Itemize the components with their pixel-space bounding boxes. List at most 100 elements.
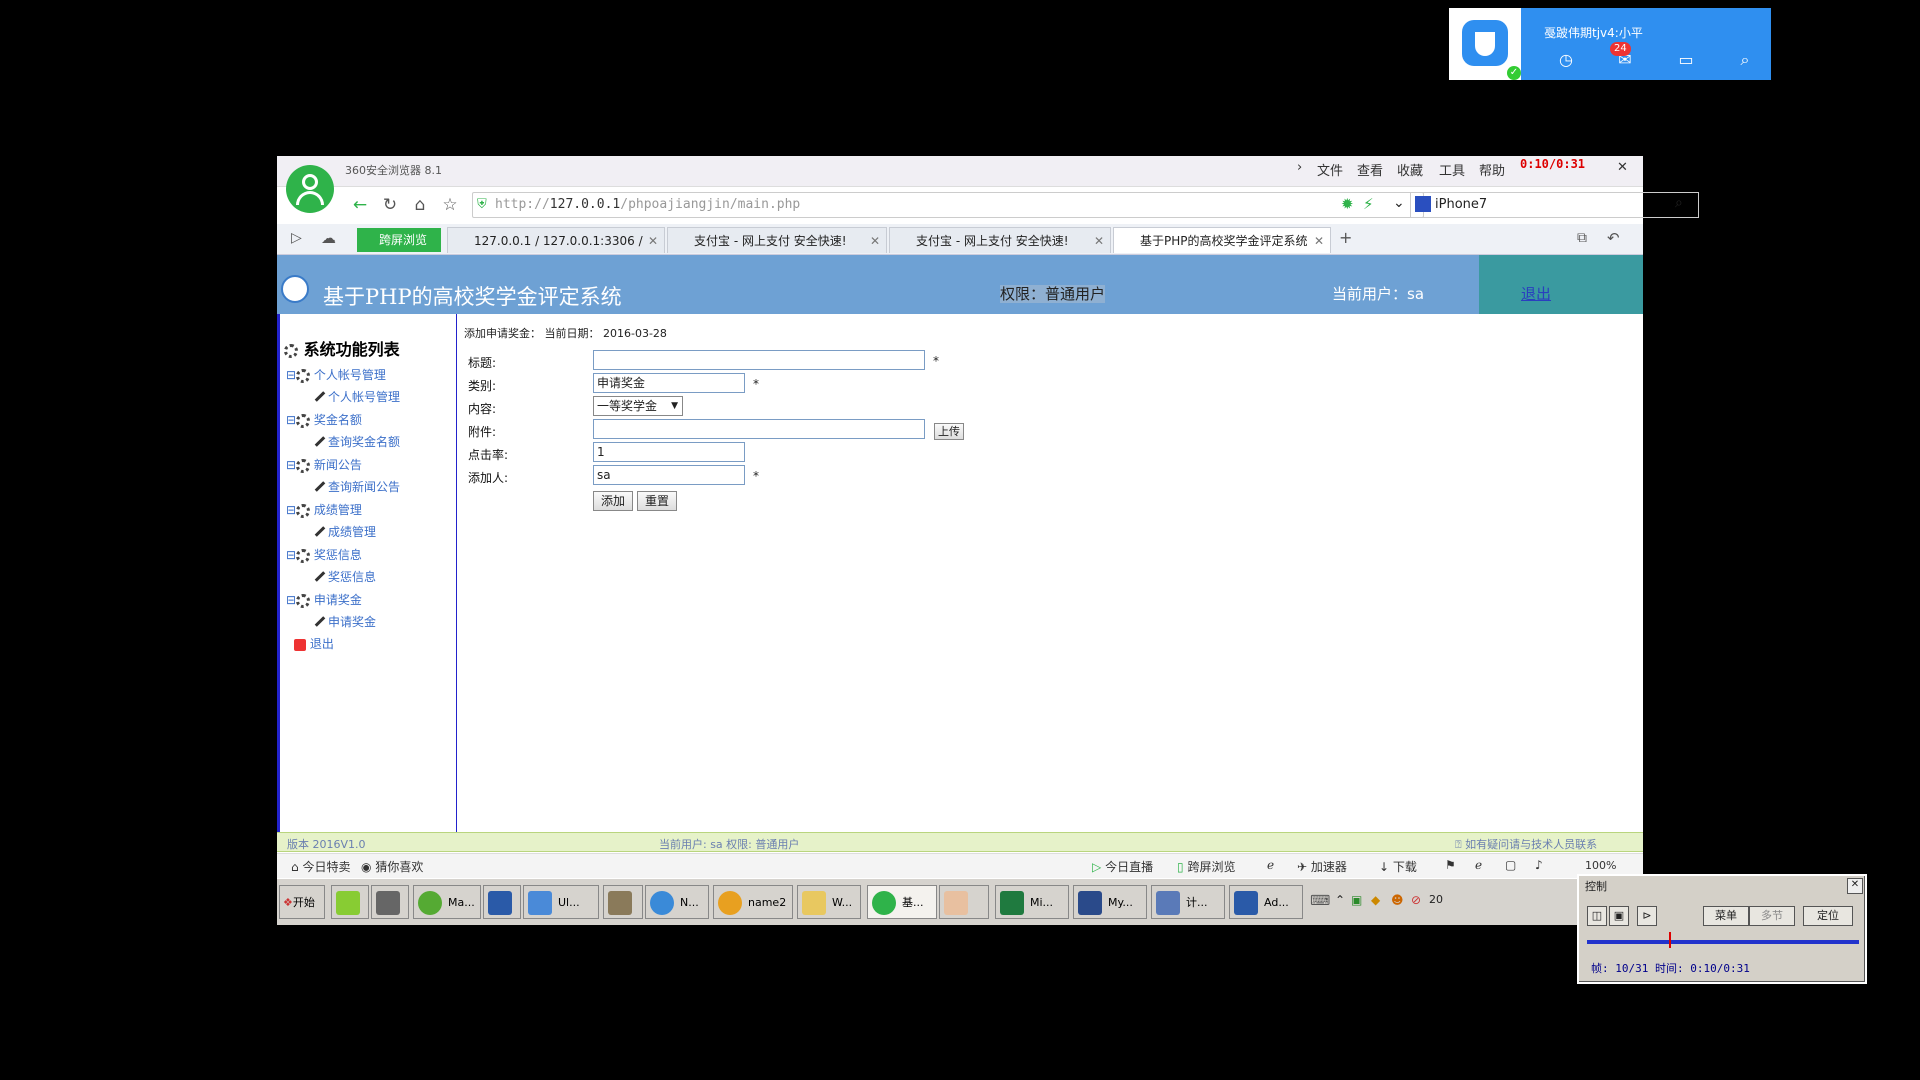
clock[interactable]: 20 (1429, 893, 1443, 906)
clock-icon[interactable]: ◷ (1553, 50, 1579, 72)
locate-button[interactable]: 定位 (1803, 906, 1853, 926)
upload-button[interactable]: 上传 (934, 423, 964, 440)
sidebar-item-quota[interactable]: 查询奖金名额 (314, 433, 400, 450)
url-text[interactable]: http://127.0.0.1/phpoajiangjin/main.php (495, 197, 800, 212)
back-icon[interactable]: ← (348, 193, 372, 217)
tab-alipay-1[interactable]: 支付宝 - 网上支付 安全快速! ✕ (667, 227, 887, 253)
dropdown-icon[interactable]: ⌄ (1393, 195, 1405, 211)
sidebar-exit[interactable]: 退出 (294, 635, 334, 652)
sidebar-item-news[interactable]: 查询新闻公告 (314, 478, 400, 495)
address-bar[interactable]: ⛨ http://127.0.0.1/phpoajiangjin/main.ph… (472, 192, 1424, 218)
split-view-link[interactable]: ▯ 跨屏浏览 (1177, 858, 1235, 875)
taskbar-dreamweaver[interactable]: Ma... (413, 885, 481, 919)
sidebar-group-grades[interactable]: ⊟ 成绩管理 (286, 501, 362, 518)
daily-deals-link[interactable]: ⌂ 今日特卖 (291, 858, 350, 875)
speaker-icon[interactable]: ♪ (1535, 858, 1543, 872)
taskbar-device[interactable] (371, 885, 409, 919)
sidebar-toggle-icon[interactable]: ▷ (291, 230, 302, 246)
home-icon[interactable]: ⌂ (408, 193, 432, 217)
ie-icon[interactable]: ℯ (1267, 858, 1274, 872)
lightning-icon[interactable]: ⚡ (1363, 195, 1374, 213)
play-pause-button[interactable]: ◫ (1587, 906, 1607, 926)
calendar-icon[interactable]: ▭ (1673, 50, 1699, 72)
menu-button[interactable]: 菜单 (1703, 906, 1749, 926)
favorite-star-icon[interactable]: ☆ (438, 193, 462, 217)
guess-like-link[interactable]: ◉ 猜你喜欢 (361, 858, 423, 875)
ie-mode-icon[interactable]: ℯ (1475, 858, 1482, 872)
tab-scholarship[interactable]: 基于PHP的高校奖学金评定系统 ✕ (1113, 227, 1331, 253)
search-icon[interactable]: ⌕ (1675, 195, 1683, 211)
content-select[interactable]: 一等奖学金 ▼ (593, 396, 683, 416)
add-button[interactable]: 添加 (593, 491, 633, 511)
close-icon[interactable]: ✕ (1847, 878, 1863, 894)
close-tab-icon[interactable]: ✕ (870, 228, 880, 253)
keyboard-icon[interactable]: ⌨ (1310, 893, 1330, 909)
category-input[interactable]: 申请奖金 (593, 373, 745, 393)
taskbar-android[interactable] (331, 885, 369, 919)
taskbar-n[interactable]: N... (645, 885, 709, 919)
progress-track[interactable] (1587, 940, 1859, 944)
menu-view[interactable]: 查看 (1357, 160, 1383, 179)
search-engine-icon[interactable] (1415, 196, 1431, 212)
taskbar-name2[interactable]: name2 (713, 885, 793, 919)
taskbar-tools[interactable] (603, 885, 643, 919)
taskbar-folder[interactable]: W... (797, 885, 861, 919)
taskbar-mysql[interactable]: My... (1073, 885, 1147, 919)
search-icon[interactable]: ⌕ (1732, 50, 1758, 72)
taskbar-computer[interactable]: 计... (1151, 885, 1225, 919)
taskbar-ul[interactable]: Ul... (523, 885, 599, 919)
mute-icon[interactable]: ⊘ (1411, 893, 1421, 907)
sidebar-item-apply[interactable]: 申请奖金 (314, 613, 376, 630)
sidebar-group-quota[interactable]: ⊟ 奖金名额 (286, 411, 362, 428)
live-link[interactable]: ▷ 今日直播 (1092, 858, 1153, 875)
sidebar-item-grades[interactable]: 成绩管理 (314, 523, 376, 540)
speed-icon[interactable]: ✹ (1341, 195, 1354, 213)
tray-expand-icon[interactable]: ⌃ (1335, 893, 1345, 907)
adder-input[interactable]: sa (593, 465, 745, 485)
next-frame-button[interactable]: ⊳ (1637, 906, 1657, 926)
taskbar-excel[interactable]: Mi... (995, 885, 1069, 919)
window-icon[interactable]: ▢ (1505, 858, 1516, 872)
cloud-icon[interactable]: ☁ (321, 229, 336, 247)
sidebar-group-news[interactable]: ⊟ 新闻公告 (286, 456, 362, 473)
avatar[interactable]: ✓ (1449, 8, 1521, 80)
sidebar-group-apply[interactable]: ⊟ 申请奖金 (286, 591, 362, 608)
stop-button[interactable]: ▣ (1609, 906, 1629, 926)
tab-phpmyadmin[interactable]: 127.0.0.1 / 127.0.0.1:3306 / ✕ (447, 227, 665, 253)
tab-alipay-2[interactable]: 支付宝 - 网上支付 安全快速! ✕ (889, 227, 1111, 253)
start-button[interactable]: ❖开始 (279, 885, 325, 919)
taskbar-adobe[interactable]: Ad... (1229, 885, 1303, 919)
sidebar-item-rewards[interactable]: 奖惩信息 (314, 568, 376, 585)
taskbar-browser-active[interactable]: 基... (867, 885, 937, 919)
close-window-icon[interactable]: ✕ (1617, 160, 1628, 175)
attachment-input[interactable] (593, 419, 925, 439)
qq-icon[interactable]: ☻ (1391, 893, 1404, 907)
security-icon[interactable]: ◆ (1371, 893, 1380, 907)
title-input[interactable] (593, 350, 925, 370)
sidebar-group-rewards[interactable]: ⊟ 奖惩信息 (286, 546, 362, 563)
new-tab-icon[interactable]: + (1339, 228, 1352, 247)
segment-button[interactable]: 多节 (1749, 906, 1795, 926)
flag-icon[interactable]: ⚑ (1445, 858, 1456, 872)
menu-help[interactable]: 帮助 (1479, 160, 1505, 179)
sidebar-item-account[interactable]: 个人帐号管理 (314, 388, 400, 405)
progress-marker[interactable] (1669, 932, 1671, 948)
search-input[interactable]: iPhone7 (1435, 197, 1487, 212)
sidebar-group-account[interactable]: ⊟ 个人帐号管理 (286, 366, 386, 383)
restore-tab-icon[interactable]: ⧉ (1577, 230, 1587, 246)
refresh-icon[interactable]: ↻ (378, 193, 402, 217)
search-box[interactable]: iPhone7 ⌕ (1410, 192, 1699, 218)
menu-chevron-icon[interactable]: › (1297, 160, 1302, 175)
zoom-level[interactable]: 100% (1585, 859, 1616, 872)
accelerator-link[interactable]: ✈ 加速器 (1297, 858, 1347, 875)
download-link[interactable]: ↓ 下载 (1379, 858, 1417, 875)
taskbar-photoshop[interactable] (483, 885, 521, 919)
menu-favorites[interactable]: 收藏 (1397, 160, 1423, 179)
notification-widget[interactable]: ✓ 戞跛伟期tjv4:小平 ◷ ✉ 24 ▭ ⌕ (1449, 8, 1771, 80)
browser-logo-icon[interactable] (286, 165, 334, 213)
close-tab-icon[interactable]: ✕ (1314, 228, 1324, 253)
clicks-input[interactable]: 1 (593, 442, 745, 462)
network-icon[interactable]: ▣ (1351, 893, 1362, 907)
undo-close-icon[interactable]: ↶ (1607, 229, 1620, 247)
split-view-button[interactable]: 跨屏浏览 (357, 228, 441, 252)
